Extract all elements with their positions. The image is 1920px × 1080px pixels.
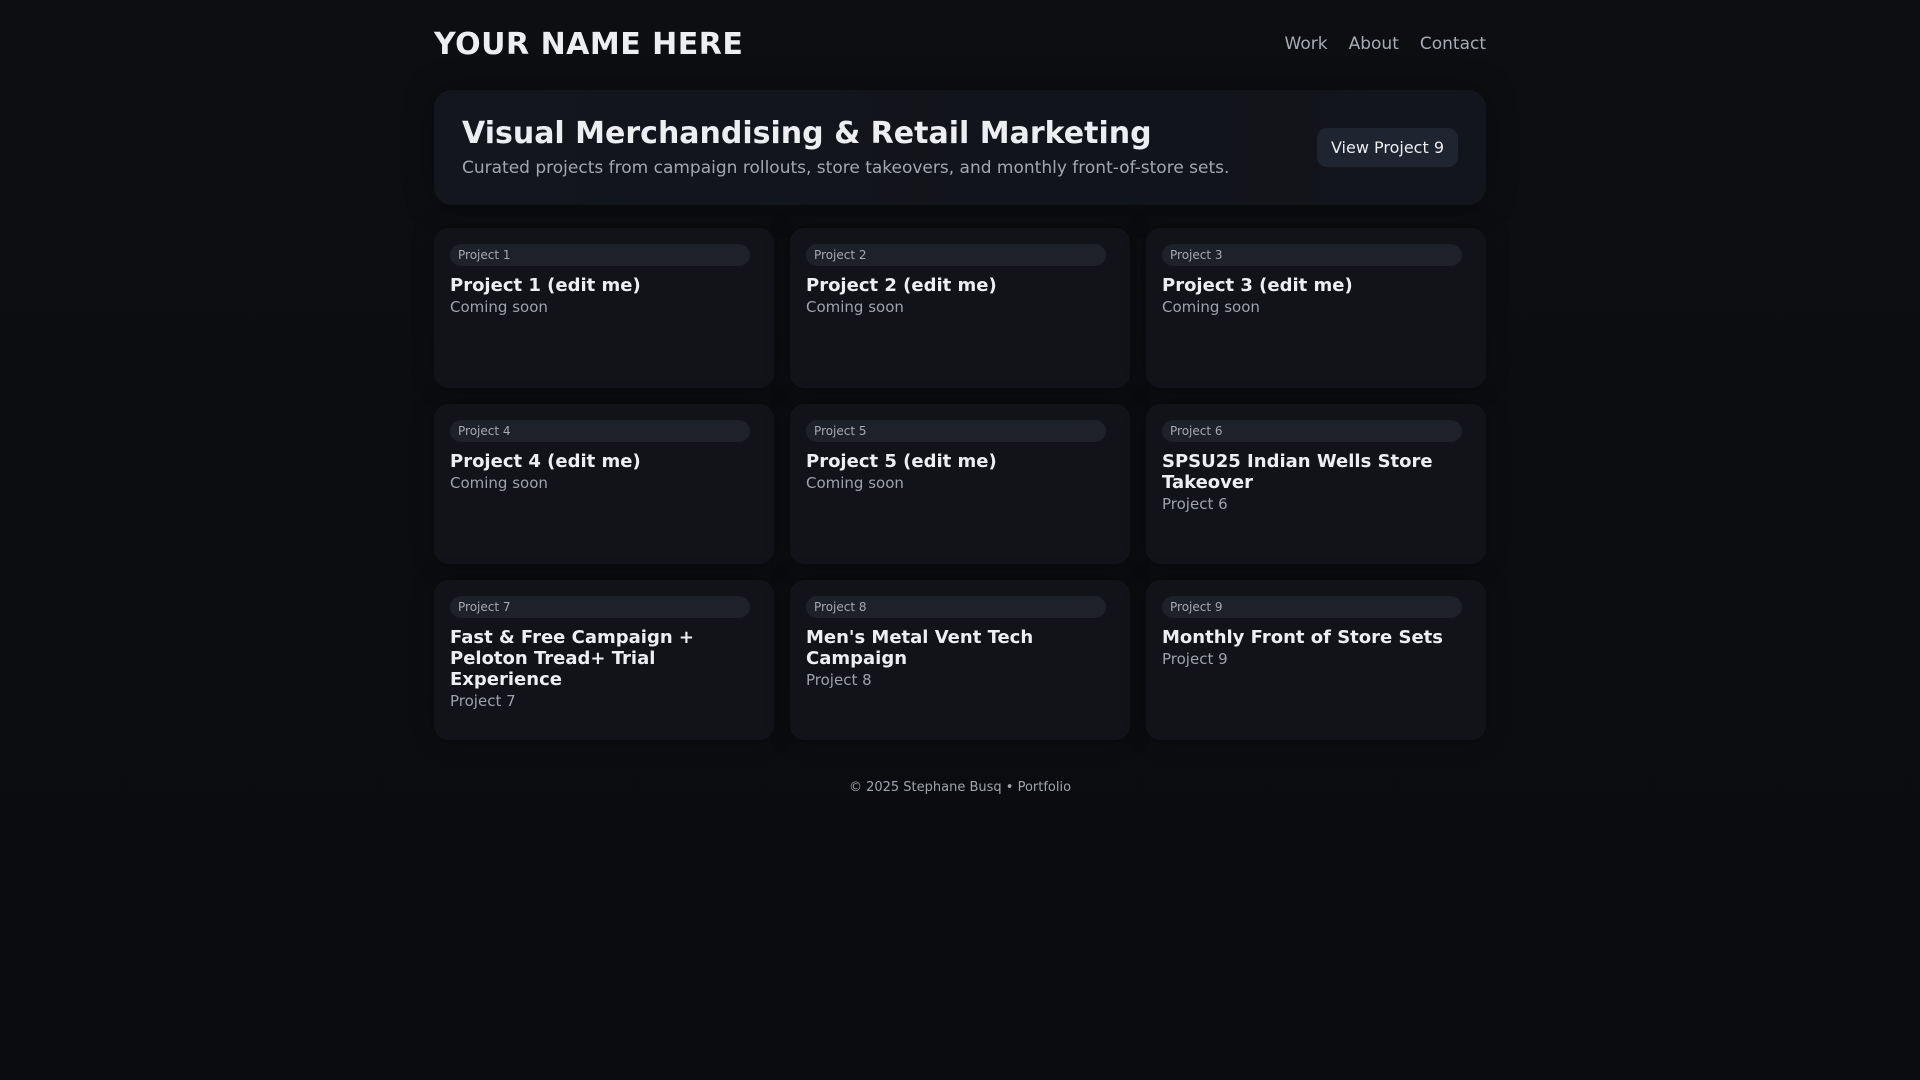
project-tag: Project 8 (806, 596, 1106, 618)
project-title: Project 1 (edit me) (450, 275, 641, 296)
project-card-1[interactable]: Project 1 Project 1 (edit me) Coming soo… (434, 228, 774, 388)
top-bar: YOUR NAME HERE Work About Contact (434, 0, 1486, 90)
project-tag: Project 7 (450, 596, 750, 618)
project-tag: Project 2 (806, 244, 1106, 266)
hero-title: Visual Merchandising & Retail Marketing (462, 116, 1152, 152)
main-nav: Work About Contact (1285, 34, 1486, 54)
project-tag: Project 3 (1162, 244, 1462, 266)
project-title: Project 4 (edit me) (450, 451, 641, 472)
project-subtitle: Coming soon (450, 474, 548, 492)
project-title: Men's Metal Vent Tech Campaign (806, 627, 1034, 669)
project-card-2[interactable]: Project 2 Project 2 (edit me) Coming soo… (790, 228, 1130, 388)
project-card-4[interactable]: Project 4 Project 4 (edit me) Coming soo… (434, 404, 774, 564)
project-subtitle: Coming soon (450, 298, 548, 316)
hero-subtitle: Curated projects from campaign rollouts,… (462, 157, 1230, 178)
page-footer: © 2025 Stephane Busq • Portfolio (848, 780, 1072, 795)
project-card-6[interactable]: Project 6 SPSU25 Indian Wells Store Take… (1146, 404, 1486, 564)
project-tag: Project 1 (450, 244, 750, 266)
project-card-5[interactable]: Project 5 Project 5 (edit me) Coming soo… (790, 404, 1130, 564)
nav-link-work[interactable]: Work (1285, 34, 1328, 54)
project-tag: Project 6 (1162, 420, 1462, 442)
project-title: Project 5 (edit me) (806, 451, 997, 472)
project-card-7[interactable]: Project 7 Fast & Free Campaign + Peloton… (434, 580, 774, 740)
project-title: Fast & Free Campaign + Peloton Tread+ Tr… (450, 627, 695, 690)
page-container: YOUR NAME HERE Work About Contact Visual… (434, 0, 1486, 795)
project-subtitle: Project 9 (1162, 650, 1228, 668)
project-subtitle: Coming soon (806, 474, 904, 492)
project-card-9[interactable]: Project 9 Monthly Front of Store Sets Pr… (1146, 580, 1486, 740)
project-tag: Project 5 (806, 420, 1106, 442)
project-tag: Project 4 (450, 420, 750, 442)
project-title: SPSU25 Indian Wells Store Takeover (1162, 451, 1433, 493)
site-brand[interactable]: YOUR NAME HERE (434, 27, 743, 62)
hero-text: Visual Merchandising & Retail Marketing … (462, 117, 1229, 178)
nav-link-contact[interactable]: Contact (1420, 34, 1486, 54)
project-subtitle: Project 7 (450, 692, 516, 710)
project-tag: Project 9 (1162, 596, 1462, 618)
project-subtitle: Coming soon (806, 298, 904, 316)
project-title: Project 3 (edit me) (1162, 275, 1353, 296)
project-subtitle: Project 6 (1162, 495, 1228, 513)
hero-banner: Visual Merchandising & Retail Marketing … (434, 90, 1486, 205)
project-title: Project 2 (edit me) (806, 275, 997, 296)
view-project-button[interactable]: View Project 9 (1316, 128, 1458, 167)
project-card-8[interactable]: Project 8 Men's Metal Vent Tech Campaign… (790, 580, 1130, 740)
project-subtitle: Project 8 (806, 671, 872, 689)
project-title: Monthly Front of Store Sets (1162, 627, 1443, 648)
nav-link-about[interactable]: About (1349, 34, 1399, 54)
project-subtitle: Coming soon (1162, 298, 1260, 316)
project-card-3[interactable]: Project 3 Project 3 (edit me) Coming soo… (1146, 228, 1486, 388)
project-grid: Project 1 Project 1 (edit me) Coming soo… (434, 228, 1486, 740)
